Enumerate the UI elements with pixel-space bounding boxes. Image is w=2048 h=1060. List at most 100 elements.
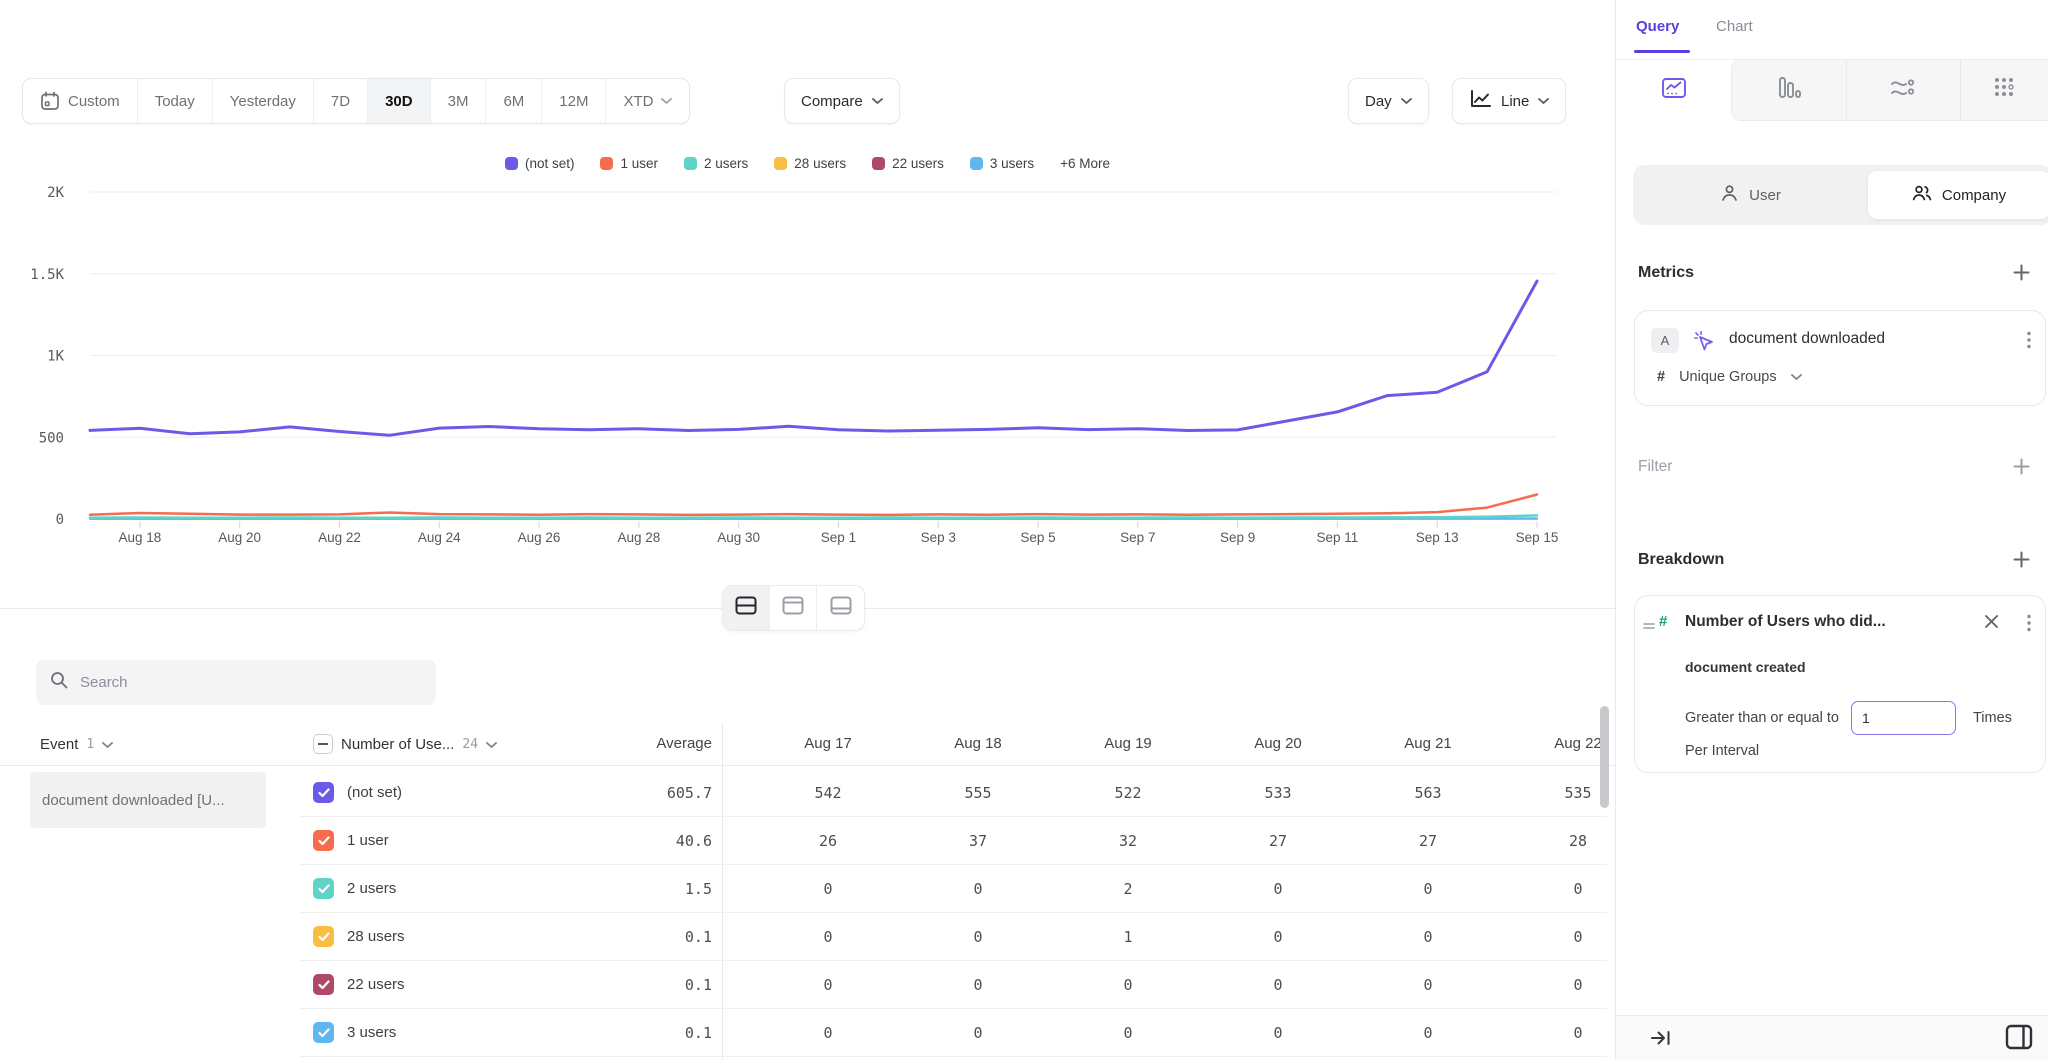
interval-dropdown[interactable]: Day [1348,78,1429,124]
range-button-today[interactable]: Today [138,79,213,123]
scope-toggle: User Company [1633,165,2048,225]
cell-value: 522 [1053,769,1203,817]
series-checkbox[interactable] [313,926,334,947]
cell-value: 0 [903,961,1053,1009]
legend-swatch [684,157,697,170]
legend-swatch [600,157,613,170]
tab-query[interactable]: Query [1636,18,1679,35]
table-row: (not set)605.7542555522533563535 [0,769,1615,817]
range-button-yesterday[interactable]: Yesterday [213,79,314,123]
metric-event-name: document downloaded [1729,330,1885,348]
breakdown-condition-row: Greater than or equal to Times [1685,701,2012,735]
cell-value: 0 [903,913,1053,961]
flow-chart-tab[interactable] [1847,60,1962,120]
average-value: 605.7 [560,769,712,817]
select-all-checkbox[interactable] [313,734,333,754]
vertical-scrollbar[interactable] [1600,706,1609,808]
tab-chart[interactable]: Chart [1716,18,1753,35]
table-row: 2 users1.5002000 [0,865,1615,913]
range-button-7d[interactable]: 7D [314,79,368,123]
magic-cursor-icon [1693,330,1715,357]
cell-value: 533 [1203,769,1353,817]
metric-letter-badge: A [1651,328,1679,353]
cell-value: 0 [1203,1009,1353,1057]
series-checkbox[interactable] [313,974,334,995]
scope-user-option[interactable]: User [1633,165,1868,225]
close-icon[interactable] [1984,614,1999,634]
scope-company-option[interactable]: Company [1868,171,2048,219]
dot-grid-tab[interactable] [1961,60,2048,120]
range-button-3m[interactable]: 3M [431,79,487,123]
compare-button[interactable]: Compare [784,78,900,124]
breakdown-card[interactable]: # Number of Users who did... document cr… [1634,595,2046,773]
event-column-header[interactable]: Event 1 [40,722,113,766]
table-row: 1 user40.6263732272728 [0,817,1615,865]
date-column-header: Aug 19 [1053,722,1203,766]
series-checkbox[interactable] [313,878,334,899]
search-icon [50,671,68,694]
metric-card[interactable]: A document downloaded # Unique Groups [1634,310,2046,406]
table-row: 28 users0.1001000 [0,913,1615,961]
panel-bottom-toggle[interactable] [817,586,864,630]
series-checkbox[interactable] [313,782,334,803]
range-button-xtd[interactable]: XTD [606,79,689,123]
cell-value: 37 [903,817,1053,865]
svg-text:Sep 3: Sep 3 [921,530,956,545]
breakdown-heading: Breakdown [1638,551,1724,569]
search-input[interactable] [80,674,400,691]
series-checkbox[interactable] [313,830,334,851]
series-checkbox[interactable] [313,1022,334,1043]
cell-value: 32 [1053,817,1203,865]
legend-swatch [505,157,518,170]
chevron-down-icon [486,736,497,753]
legend-item[interactable]: 2 users [684,156,748,171]
legend-item[interactable]: (not set) [505,156,575,171]
drag-handle-icon[interactable] [1643,618,1655,636]
times-value-input[interactable] [1851,701,1956,735]
legend-item[interactable]: 1 user [600,156,658,171]
right-panel-icon[interactable] [2005,1024,2033,1055]
legend-item[interactable]: 28 users [774,156,846,171]
breakdown-event-name[interactable]: document created [1685,659,1806,675]
add-filter-button[interactable] [2013,458,2030,480]
group-column-header[interactable]: Number of Use... 24 [313,722,497,766]
svg-text:Sep 15: Sep 15 [1516,530,1559,545]
date-range-selector: CustomTodayYesterday7D30D3M6M12MXTD [22,78,690,124]
breakdown-kebab-menu-icon[interactable] [2027,614,2031,637]
series-label: 2 users [347,865,396,913]
average-value: 0.1 [560,1009,712,1057]
range-button-30d[interactable]: 30D [368,79,431,123]
series-label: 22 users [347,961,405,1009]
range-button-6m[interactable]: 6M [486,79,542,123]
breakdown-title: Number of Users who did... [1685,613,1955,631]
dot-grid-icon [1993,76,2017,105]
add-metric-button[interactable] [2013,264,2030,286]
cell-value: 0 [1503,961,1615,1009]
legend-item[interactable]: 3 users [970,156,1034,171]
date-column-header: Aug 18 [903,722,1053,766]
chart-type-dropdown[interactable]: Line [1452,78,1566,124]
svg-text:Sep 5: Sep 5 [1020,530,1055,545]
metric-kebab-menu-icon[interactable] [2027,331,2031,354]
svg-text:Sep 1: Sep 1 [821,530,856,545]
range-button-custom[interactable]: Custom [23,79,138,123]
line-chart-tab[interactable] [1616,60,1731,121]
chevron-down-icon [102,736,113,753]
split-horizontal-toggle[interactable] [723,586,770,630]
svg-text:1.5K: 1.5K [30,267,64,283]
series-label: 3 users [347,1009,396,1057]
legend-item[interactable]: 22 users [872,156,944,171]
bar-chart-tab[interactable] [1732,60,1847,120]
search-box[interactable] [36,660,436,705]
panel-top-toggle[interactable] [770,586,817,630]
collapse-panel-icon[interactable] [1650,1028,1672,1053]
cell-value: 0 [753,1009,903,1057]
per-interval-label[interactable]: Per Interval [1685,743,1759,759]
series-label: 28 users [347,913,405,961]
add-breakdown-button[interactable] [2013,551,2030,573]
metric-aggregation[interactable]: # Unique Groups [1657,369,1802,385]
range-button-12m[interactable]: 12M [542,79,606,123]
chart-type-tabs [1616,60,2048,121]
svg-text:Aug 24: Aug 24 [418,530,461,545]
legend-more-button[interactable]: +6 More [1060,156,1110,171]
